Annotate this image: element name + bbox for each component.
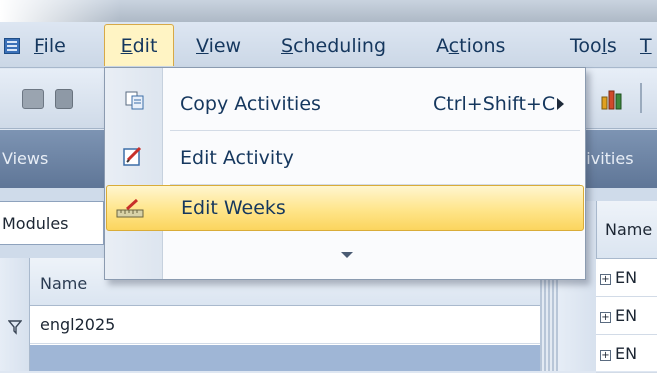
menu-item-copy-activities[interactable]: Copy Activities Ctrl+Shift+C bbox=[106, 78, 584, 130]
camera-icon[interactable] bbox=[22, 89, 44, 109]
menu-scheduling[interactable]: Scheduling bbox=[281, 32, 386, 62]
grid-column-name[interactable]: Name bbox=[40, 274, 87, 293]
submenu-arrow-icon bbox=[557, 98, 564, 110]
tab-modules[interactable]: Modules bbox=[0, 201, 104, 245]
ruler-pencil-icon bbox=[115, 198, 145, 220]
copy-icon bbox=[124, 90, 146, 112]
views-pane-header: Views bbox=[0, 130, 104, 188]
filter-icon[interactable] bbox=[7, 318, 23, 335]
menu-file-mnemonic: F bbox=[34, 35, 44, 57]
menu-overflow-label: T bbox=[640, 35, 652, 57]
list-item[interactable]: + EN bbox=[596, 297, 657, 335]
menu-actions-mnemonic: c bbox=[448, 35, 460, 57]
menu-separator bbox=[170, 130, 580, 131]
chevron-down-icon[interactable] bbox=[341, 252, 353, 258]
menu-view[interactable]: View bbox=[196, 32, 241, 62]
menu-view-mnemonic: V bbox=[196, 35, 209, 57]
menu-tools-label-a: Too bbox=[570, 35, 602, 57]
menu-scheduling-label: cheduling bbox=[293, 35, 387, 57]
menu-item-edit-weeks[interactable]: Edit Weeks bbox=[106, 185, 584, 231]
menu-view-label: iew bbox=[208, 35, 242, 57]
menu-actions[interactable]: Actions bbox=[436, 32, 505, 62]
table-row-selected[interactable] bbox=[30, 345, 540, 371]
expand-plus-icon[interactable]: + bbox=[600, 274, 611, 285]
menu-scheduling-mnemonic: S bbox=[281, 35, 294, 57]
menu-edit-mnemonic: E bbox=[120, 35, 133, 57]
save-icon[interactable] bbox=[55, 89, 73, 109]
table-cell-name: engl2025 bbox=[40, 315, 116, 334]
menu-actions-label-a: A bbox=[436, 35, 449, 57]
title-bar-glow bbox=[0, 0, 120, 22]
menu-edit[interactable]: Edit bbox=[104, 24, 174, 66]
app-menu-icon[interactable] bbox=[4, 38, 20, 54]
menu-item-edit-activity[interactable]: Edit Activity bbox=[106, 132, 584, 184]
edit-activity-icon bbox=[122, 145, 144, 167]
activities-column-name[interactable]: Name bbox=[596, 201, 657, 259]
toolbar-separator bbox=[640, 83, 642, 113]
menu-edit-label: dit bbox=[132, 35, 158, 57]
menu-bar: File Edit View Scheduling Actions Tools … bbox=[0, 22, 657, 68]
menu-tools-label-b: s bbox=[606, 35, 617, 57]
expand-plus-icon[interactable]: + bbox=[600, 350, 611, 361]
activity-name: EN bbox=[615, 268, 638, 287]
list-item[interactable]: + EN bbox=[596, 335, 657, 373]
activity-name: EN bbox=[615, 306, 638, 325]
menu-item-label: Edit Weeks bbox=[181, 197, 286, 219]
chart-icon[interactable] bbox=[600, 85, 626, 111]
menu-item-shortcut: Ctrl+Shift+C bbox=[433, 93, 556, 115]
expand-plus-icon[interactable]: + bbox=[600, 312, 611, 323]
window-title-bar bbox=[0, 0, 657, 22]
menu-item-label: Copy Activities bbox=[180, 93, 321, 115]
grid-row-header-column bbox=[0, 258, 30, 371]
menu-file-label: ile bbox=[43, 35, 66, 57]
activity-name: EN bbox=[615, 344, 638, 363]
menu-file[interactable]: File bbox=[34, 32, 66, 62]
menu-overflow[interactable]: T bbox=[640, 32, 652, 62]
menu-actions-label-b: tions bbox=[459, 35, 506, 57]
menu-item-label: Edit Activity bbox=[180, 147, 294, 169]
menu-tools[interactable]: Tools bbox=[570, 32, 617, 62]
list-item[interactable]: + EN bbox=[596, 259, 657, 297]
